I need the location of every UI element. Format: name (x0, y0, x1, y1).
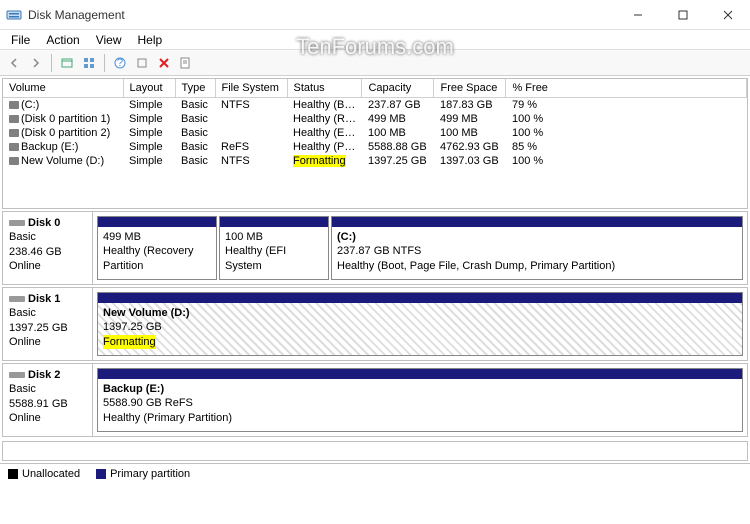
disk-icon (9, 220, 25, 226)
volume-row[interactable]: New Volume (D:)SimpleBasicNTFSFormatting… (3, 154, 747, 168)
title-bar: Disk Management (0, 0, 750, 30)
app-icon (6, 7, 22, 23)
volume-row[interactable]: (C:)SimpleBasicNTFSHealthy (B…237.87 GB1… (3, 98, 747, 113)
partition[interactable]: 499 MB Healthy (Recovery Partition (97, 216, 217, 280)
col-pct[interactable]: % Free (506, 79, 747, 98)
legend: Unallocated Primary partition (0, 463, 750, 483)
volume-row[interactable]: (Disk 0 partition 1)SimpleBasicHealthy (… (3, 112, 747, 126)
disk-row-0[interactable]: Disk 0 Basic 238.46 GB Online 499 MB Hea… (2, 211, 748, 285)
back-button[interactable] (4, 53, 24, 73)
menu-file[interactable]: File (4, 31, 37, 49)
svg-text:?: ? (117, 57, 123, 69)
blank-strip (2, 441, 748, 461)
menu-help[interactable]: Help (131, 31, 170, 49)
col-volume[interactable]: Volume (3, 79, 123, 98)
disk-graphical-pane: Disk 0 Basic 238.46 GB Online 499 MB Hea… (2, 211, 748, 439)
maximize-button[interactable] (660, 0, 705, 29)
partition[interactable]: New Volume (D:) 1397.25 GB Formatting (97, 292, 743, 356)
delete-icon[interactable] (154, 53, 174, 73)
partition[interactable]: (C:) 237.87 GB NTFS Healthy (Boot, Page … (331, 216, 743, 280)
close-button[interactable] (705, 0, 750, 29)
disk-info: Disk 0 Basic 238.46 GB Online (3, 212, 93, 284)
legend-swatch-unallocated (8, 469, 18, 479)
disk-info: Disk 1 Basic 1397.25 GB Online (3, 288, 93, 360)
partition[interactable]: Backup (E:) 5588.90 GB ReFS Healthy (Pri… (97, 368, 743, 432)
volume-row[interactable]: (Disk 0 partition 2)SimpleBasicHealthy (… (3, 126, 747, 140)
legend-swatch-primary (96, 469, 106, 479)
window-title: Disk Management (28, 8, 615, 22)
properties-icon[interactable] (176, 53, 196, 73)
volume-table[interactable]: Volume Layout Type File System Status Ca… (3, 79, 747, 168)
disk-icon (9, 372, 25, 378)
disk-icon (9, 296, 25, 302)
volume-list-pane: Volume Layout Type File System Status Ca… (2, 78, 748, 209)
disk-info: Disk 2 Basic 5588.91 GB Online (3, 364, 93, 436)
forward-button[interactable] (26, 53, 46, 73)
status-formatting: Formatting (103, 335, 156, 349)
menu-view[interactable]: View (89, 31, 129, 49)
action-icon[interactable] (132, 53, 152, 73)
toolbar: ? (0, 50, 750, 76)
partition[interactable]: 100 MB Healthy (EFI System (219, 216, 329, 280)
col-layout[interactable]: Layout (123, 79, 175, 98)
col-free[interactable]: Free Space (434, 79, 506, 98)
col-capacity[interactable]: Capacity (362, 79, 434, 98)
refresh-icon[interactable] (57, 53, 77, 73)
disk-row-2[interactable]: Disk 2 Basic 5588.91 GB Online Backup (E… (2, 363, 748, 437)
help-icon[interactable]: ? (110, 53, 130, 73)
menu-action[interactable]: Action (39, 31, 86, 49)
volume-row[interactable]: Backup (E:)SimpleBasicReFSHealthy (P…558… (3, 140, 747, 154)
col-status[interactable]: Status (287, 79, 362, 98)
col-type[interactable]: Type (175, 79, 215, 98)
disk-row-1[interactable]: Disk 1 Basic 1397.25 GB Online New Volum… (2, 287, 748, 361)
col-fs[interactable]: File System (215, 79, 287, 98)
settings-icon[interactable] (79, 53, 99, 73)
minimize-button[interactable] (615, 0, 660, 29)
menu-bar: File Action View Help (0, 30, 750, 50)
